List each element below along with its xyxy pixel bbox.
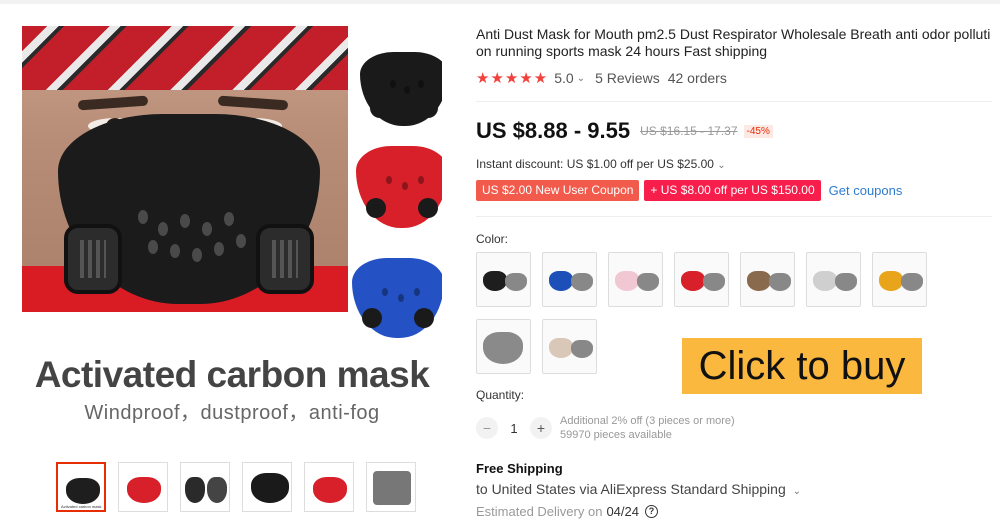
bandana (22, 26, 348, 90)
color-swatch-camo[interactable] (740, 252, 795, 307)
quantity-label: Quantity: (476, 388, 525, 402)
estimated-delivery: Estimated Delivery on 04/24 ? (476, 504, 658, 519)
left-eyebrow (77, 95, 149, 111)
thumbnail-1[interactable]: Activated carbon mask (56, 462, 106, 512)
quantity-notes: Additional 2% off (3 pieces or more) 599… (560, 414, 735, 442)
additional-discount-note: Additional 2% off (3 pieces or more) (560, 415, 735, 427)
click-to-buy-banner[interactable]: Click to buy (682, 338, 922, 394)
color-swatch-white-camo[interactable] (806, 252, 861, 307)
divider (476, 216, 992, 217)
rating-value[interactable]: 5.0 (554, 70, 573, 86)
right-valve (256, 224, 314, 294)
divider (476, 101, 992, 102)
delivery-label: Estimated Delivery on (476, 504, 603, 519)
color-swatch-pink[interactable] (608, 252, 663, 307)
current-price: US $8.88 - 9.55 (476, 118, 631, 143)
color-swatch-black[interactable] (476, 252, 531, 307)
quantity-stepper: − 1 + Additional 2% off (3 pieces or mor… (476, 414, 735, 442)
shipping-title: Free Shipping (476, 461, 563, 476)
get-coupons-link[interactable]: Get coupons (829, 183, 903, 198)
delivery-date: 04/24 (606, 504, 639, 519)
star-rating-icon: ★★★★★ (476, 70, 549, 87)
thumbnail-5[interactable] (304, 462, 354, 512)
shipping-method[interactable]: to United States via AliExpress Standard… (476, 481, 801, 497)
quantity-input[interactable]: 1 (498, 421, 530, 436)
discount-badge: -45% (743, 124, 773, 138)
pieces-available: 59970 pieces available (560, 429, 672, 441)
new-user-coupon[interactable]: US $2.00 New User Coupon (476, 180, 640, 201)
gallery-subline: Windproof，dustproof，anti-fog (84, 402, 380, 424)
instant-discount[interactable]: Instant discount: US $1.00 off per US $2… (476, 157, 726, 171)
product-title: Anti Dust Mask for Mouth pm2.5 Dust Resp… (476, 26, 991, 59)
instant-discount-text: Instant discount: US $1.00 off per US $2… (476, 157, 714, 171)
thumbnail-strip: Activated carbon mask (56, 462, 416, 512)
color-swatch-red[interactable] (674, 252, 729, 307)
model-face (22, 26, 348, 312)
decrease-quantity-button[interactable]: − (476, 417, 498, 439)
chevron-down-icon[interactable]: ⌄ (577, 73, 585, 84)
price-row: US $8.88 - 9.55 US $16.15 - 17.37 -45% (476, 118, 773, 144)
chevron-down-icon: ⌄ (792, 486, 802, 497)
color-swatch-blue[interactable] (542, 252, 597, 307)
color-label: Color: (476, 232, 509, 246)
color-swatch-20pcs[interactable] (476, 319, 531, 374)
orders-count: 42 orders (667, 70, 727, 86)
left-valve (64, 224, 122, 294)
increase-quantity-button[interactable]: + (530, 417, 552, 439)
gallery-headline: Activated carbon mask (34, 354, 430, 395)
thumbnail-caption: Activated carbon mask (61, 504, 102, 509)
side-mask-blue (352, 258, 442, 338)
rating-row: ★★★★★ 5.0 ⌄ 5 Reviews 42 orders (476, 69, 727, 87)
right-eyebrow (217, 95, 289, 111)
product-gallery: Activated carbon mask Windproof，dustproo… (22, 26, 442, 512)
thumbnail-6[interactable] (366, 462, 416, 512)
color-swatch-yellow[interactable] (872, 252, 927, 307)
shipping-method-text: to United States via AliExpress Standard… (476, 481, 786, 497)
thumbnail-2[interactable] (118, 462, 168, 512)
coupon-row: US $2.00 New User Coupon + US $8.00 off … (476, 180, 902, 201)
chevron-down-icon: ⌄ (717, 160, 726, 171)
help-icon[interactable]: ? (645, 505, 658, 518)
side-mask-red (356, 146, 442, 228)
thumbnail-4[interactable] (242, 462, 292, 512)
main-product-image[interactable]: Activated carbon mask Windproof，dustproo… (22, 26, 442, 446)
worn-black-mask (58, 114, 320, 304)
side-mask-black (360, 52, 442, 126)
reviews-link[interactable]: 5 Reviews (595, 70, 660, 86)
store-coupon[interactable]: + US $8.00 off per US $150.00 (644, 180, 821, 201)
color-swatch-beige-camo[interactable] (542, 319, 597, 374)
thumbnail-3[interactable] (180, 462, 230, 512)
top-border (0, 0, 1000, 4)
original-price: US $16.15 - 17.37 (640, 124, 738, 138)
